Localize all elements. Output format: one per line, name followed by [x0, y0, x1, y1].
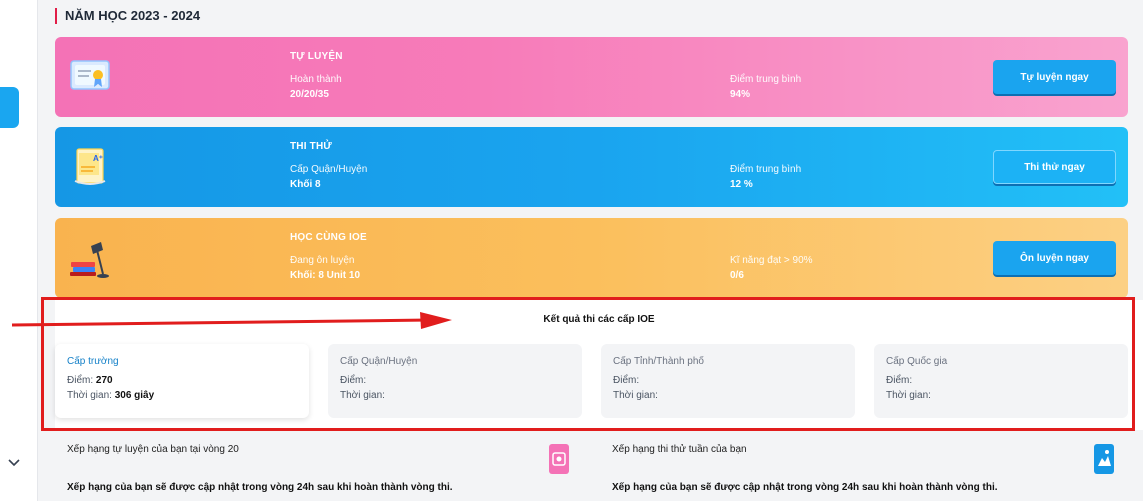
time-label: Thời gian: [886, 390, 931, 401]
time-value: 306 giây [114, 390, 155, 401]
score-row: Điểm: [613, 375, 843, 386]
self-practice-card: TỰ LUYỆN Hoàn thành 20/20/35 Điểm trung … [55, 37, 1128, 117]
studying-label: Đang ôn luyện [290, 255, 355, 266]
score-label: Điểm: [67, 375, 94, 386]
result-level-province[interactable]: Cấp Tỉnh/Thành phố Điểm: Thời gian: [601, 344, 855, 418]
ranking-title: Xếp hạng tự luyện của bạn tại vòng 20 [67, 444, 239, 455]
main-content: NĂM HỌC 2023 - 2024 TỰ LUYỆN Hoàn thành … [38, 0, 1143, 501]
average-score-label: Điểm trung bình [730, 164, 802, 175]
level-name: Cấp trường [67, 356, 119, 367]
time-label: Thời gian: [340, 390, 385, 401]
results-title: Kết quả thi các cấp IOE [543, 314, 655, 325]
skills-achieved-label: Kĩ năng đạt > 90% [730, 255, 813, 266]
exam-grade-value: Khối 8 [290, 179, 321, 190]
ranking-description: Xếp hạng của bạn sẽ được cập nhật trong … [67, 482, 453, 493]
time-row: Thời gian: 306 giây [67, 390, 297, 401]
time-label: Thời gian: [613, 390, 658, 401]
time-row: Thời gian: [340, 390, 570, 401]
sidebar-active-indicator[interactable] [0, 87, 19, 128]
svg-text:A⁺: A⁺ [93, 154, 103, 163]
score-value: 270 [95, 375, 113, 386]
average-score-value: 94% [730, 89, 751, 100]
school-year-title: NĂM HỌC 2023 - 2024 [55, 8, 200, 24]
card-title: TỰ LUYỆN [290, 51, 343, 62]
score-row: Điểm: [340, 375, 570, 386]
mock-exam-button[interactable]: Thi thử ngay [993, 150, 1116, 184]
ranking-description: Xếp hạng của bạn sẽ được cập nhật trong … [612, 482, 998, 493]
self-practice-ranking-panel: Xếp hạng tự luyện của bạn tại vòng 20 Xế… [55, 432, 581, 501]
left-sidebar [0, 0, 38, 501]
score-label: Điểm: [613, 375, 640, 386]
score-label: Điểm: [886, 375, 913, 386]
time-label: Thời gian: [67, 390, 112, 401]
mock-exam-card: A⁺ THI THỬ Cấp Quận/Huyện Khối 8 Điểm tr… [55, 127, 1128, 207]
score-row: Điểm: [886, 375, 1116, 386]
ioe-results-section: Kết quả thi các cấp IOE Cấp trường Điểm:… [55, 300, 1143, 430]
desk-lamp-books-icon [70, 242, 109, 278]
ranking-badge-icon [549, 444, 569, 474]
time-row: Thời gian: [886, 390, 1116, 401]
exam-paper-icon: A⁺ [74, 148, 106, 185]
score-label: Điểm: [340, 375, 367, 386]
card-title: HỌC CÙNG IOE [290, 232, 367, 243]
mock-exam-ranking-panel: Xếp hạng thi thử tuần của bạn Xếp hạng c… [600, 432, 1126, 501]
skills-achieved-value: 0/6 [730, 270, 744, 281]
average-score-label: Điểm trung bình [730, 74, 802, 85]
certificate-icon [70, 60, 110, 90]
card-title: THI THỬ [290, 141, 332, 152]
level-name: Cấp Tỉnh/Thành phố [613, 356, 704, 367]
learn-ioe-card: HỌC CÙNG IOE Đang ôn luyện Khối: 8 Unit … [55, 218, 1128, 298]
result-level-district[interactable]: Cấp Quận/Huyện Điểm: Thời gian: [328, 344, 582, 418]
review-button[interactable]: Ôn luyện ngay [993, 241, 1116, 275]
exam-level-label: Cấp Quận/Huyện [290, 164, 368, 175]
result-level-school[interactable]: Cấp trường Điểm: 270 Thời gian: 306 giây [55, 344, 309, 418]
self-practice-button[interactable]: Tự luyện ngay [993, 60, 1116, 94]
time-row: Thời gian: [613, 390, 843, 401]
result-level-national[interactable]: Cấp Quốc gia Điểm: Thời gian: [874, 344, 1128, 418]
level-name: Cấp Quốc gia [886, 356, 948, 367]
average-score-value: 12 % [730, 179, 753, 190]
ranking-title: Xếp hạng thi thử tuần của bạn [612, 444, 747, 455]
chevron-down-icon[interactable] [6, 454, 22, 470]
trophy-podium-icon [1094, 444, 1114, 474]
score-row: Điểm: 270 [67, 375, 297, 386]
completed-label: Hoàn thành [290, 74, 342, 85]
completed-value: 20/20/35 [290, 89, 329, 100]
level-name: Cấp Quận/Huyện [340, 356, 418, 367]
studying-unit-value: Khối: 8 Unit 10 [290, 270, 361, 281]
